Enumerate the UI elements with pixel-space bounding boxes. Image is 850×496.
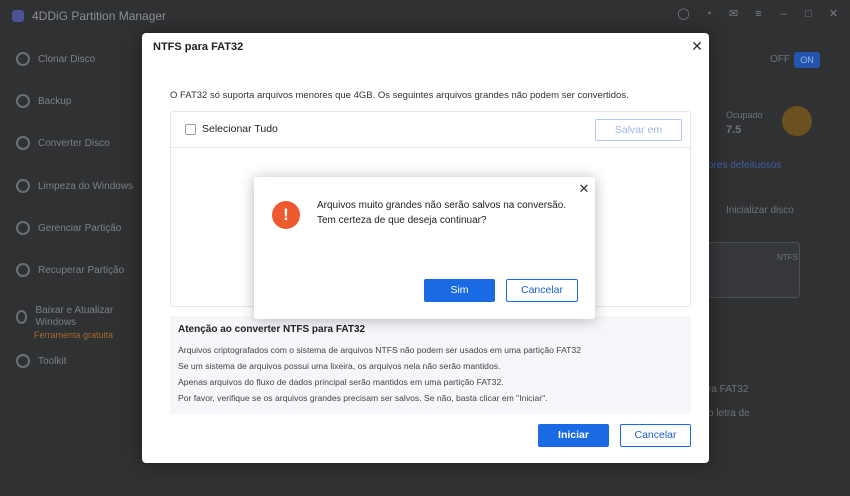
note-line: Por favor, verifique se os arquivos gran… <box>178 393 548 403</box>
support-icon[interactable]: ◔ <box>702 8 715 21</box>
close-icon[interactable]: ✕ <box>691 39 703 53</box>
fs-label: NTFS <box>777 253 798 262</box>
start-button[interactable]: Iniciar <box>538 424 609 447</box>
warning-note: Atenção ao converter NTFS para FAT32 Arq… <box>170 316 691 414</box>
confirm-close-icon[interactable]: ✕ <box>578 182 590 195</box>
to-fat32-item[interactable]: ra FAT32 <box>708 384 748 395</box>
init-disk-button[interactable]: Inicializar disco <box>726 205 794 216</box>
note-title: Atenção ao converter NTFS para FAT32 <box>178 324 366 335</box>
used-label: Ocupado <box>726 110 763 120</box>
sidebar-item-convert[interactable]: Converter Disco <box>16 132 110 154</box>
mail-icon[interactable]: ✉ <box>727 8 740 21</box>
note-line: Apenas arquivos do fluxo de dados princi… <box>178 377 504 387</box>
convert-icon <box>16 136 30 150</box>
warning-icon: ! <box>272 201 300 229</box>
used-value: 7.5 <box>726 124 742 136</box>
confirm-message-line2: Tem certeza de que deseja continuar? <box>317 215 487 226</box>
app-title: 4DDiG Partition Manager <box>32 9 167 23</box>
sidebar-item-toolkit[interactable]: Toolkit <box>16 350 66 372</box>
partition-icon <box>16 221 30 235</box>
partition-card[interactable]: NTFS <box>708 242 800 298</box>
delete-letter-item[interactable]: o letra de <box>708 408 750 419</box>
save-to-button[interactable]: Salvar em <box>595 119 682 141</box>
minimize-icon[interactable]: – <box>777 8 790 21</box>
sidebar-item-clone[interactable]: Clonar Disco <box>16 48 95 70</box>
sidebar-item-recover[interactable]: Recuperar Partição <box>16 259 124 281</box>
account-icon[interactable]: ◯ <box>677 8 690 21</box>
select-all-label[interactable]: Selecionar Tudo <box>202 123 278 135</box>
select-all-checkbox[interactable] <box>185 124 196 135</box>
note-line: Arquivos criptografados com o sistema de… <box>178 345 581 355</box>
sidebar-item-windows[interactable]: Baixar e Atualizar Windows <box>16 302 126 332</box>
usage-ring <box>782 106 812 136</box>
note-line: Se um sistema de arquivos possui uma lix… <box>178 361 501 371</box>
cancel-button[interactable]: Cancelar <box>620 424 691 447</box>
toolkit-icon <box>16 354 30 368</box>
menu-icon[interactable]: ≡ <box>752 8 765 21</box>
toggle-on-button[interactable]: ON <box>794 52 820 68</box>
file-list-header: Selecionar Tudo Salvar em <box>171 112 690 148</box>
app-logo <box>12 10 24 22</box>
sidebar-item-manage[interactable]: Gerenciar Partição <box>16 217 121 239</box>
sidebar-item-cleanup[interactable]: Limpeza do Windows <box>16 175 133 197</box>
recover-icon <box>16 263 30 277</box>
yes-button[interactable]: Sim <box>424 279 495 302</box>
toggle-off-label: OFF <box>770 54 790 65</box>
disk-clone-icon <box>16 52 30 66</box>
maximize-icon[interactable]: □ <box>802 8 815 21</box>
close-app-icon[interactable]: ✕ <box>827 8 840 21</box>
sidebar: Clonar Disco Backup Converter Disco Limp… <box>0 40 140 496</box>
sidebar-item-backup[interactable]: Backup <box>16 90 71 112</box>
windows-icon <box>16 310 28 324</box>
bad-sectors-link[interactable]: ores defeituosos <box>708 160 781 171</box>
backup-icon <box>16 94 30 108</box>
confirm-cancel-button[interactable]: Cancelar <box>506 279 578 302</box>
cleanup-icon <box>16 179 30 193</box>
dialog-title: NTFS para FAT32 <box>153 41 244 53</box>
confirm-message-line1: Arquivos muito grandes não serão salvos … <box>317 200 567 211</box>
dialog-description: O FAT32 só suporta arquivos menores que … <box>170 90 629 101</box>
app-titlebar: 4DDiG Partition Manager ◯ ◔ ✉ ≡ – □ ✕ <box>0 0 850 32</box>
confirm-dialog: ✕ ! Arquivos muito grandes não serão sal… <box>254 177 595 319</box>
right-pane: OFF ON Ocupado 7.5 ores defeituosos Inic… <box>708 40 850 496</box>
